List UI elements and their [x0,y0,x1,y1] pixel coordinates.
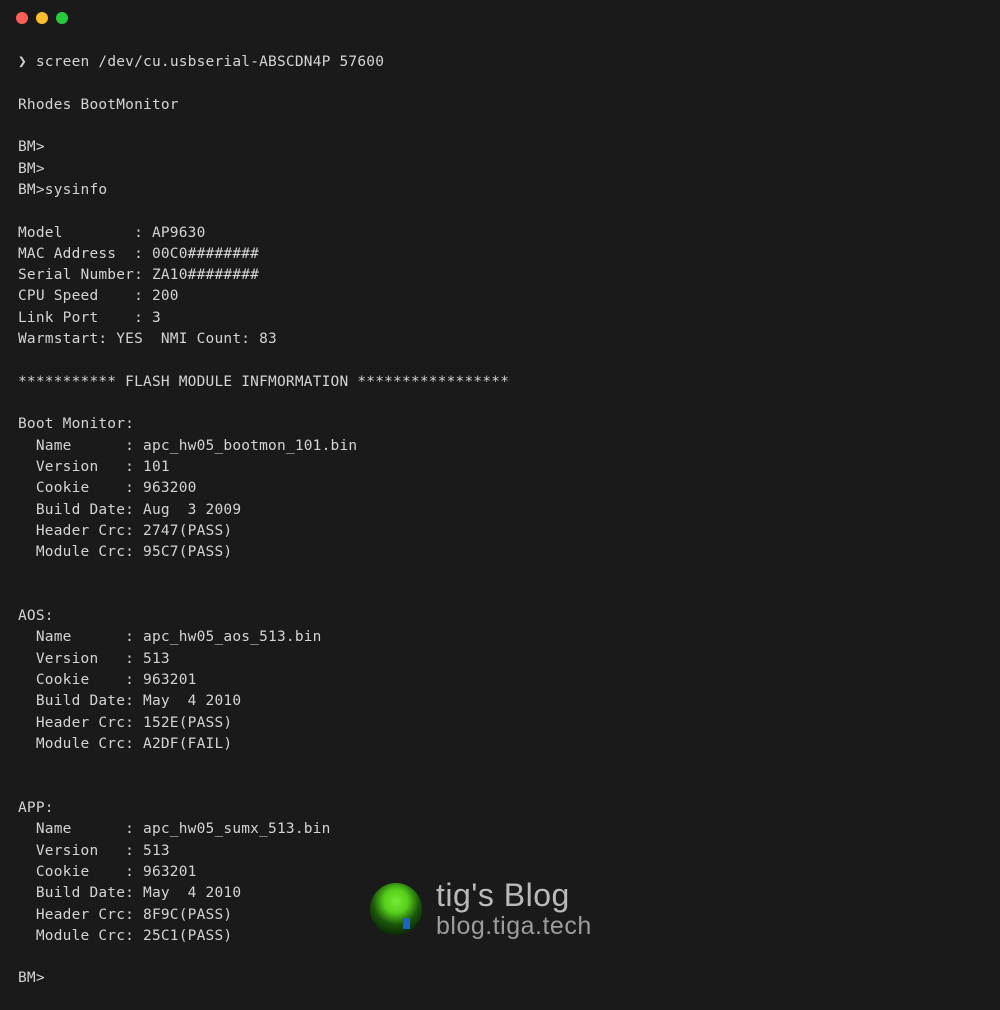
aos-header-crc: Header Crc: 152E(PASS) [18,715,232,731]
app-version: Version : 513 [18,843,170,859]
boot-header: Rhodes BootMonitor [18,97,179,113]
bm-prompt-1: BM> [18,139,45,155]
terminal-window: ❯ screen /dev/cu.usbserial-ABSCDN4P 5760… [0,0,1000,1010]
aos-version: Version : 513 [18,651,170,667]
minimize-button[interactable] [36,12,48,24]
sysinfo-command: sysinfo [45,182,108,198]
bm-prompt-3: BM> [18,182,45,198]
bootmon-build: Build Date: Aug 3 2009 [18,502,241,518]
sysinfo-model: Model : AP9630 [18,225,206,241]
bootmon-header-crc: Header Crc: 2747(PASS) [18,523,232,539]
aos-module-crc: Module Crc: A2DF(FAIL) [18,736,232,752]
bootmon-title: Boot Monitor: [18,416,134,432]
app-module-crc: Module Crc: 25C1(PASS) [18,928,232,944]
aos-build: Build Date: May 4 2010 [18,693,241,709]
flash-module-header: *********** FLASH MODULE INFMORMATION **… [18,374,509,390]
sysinfo-mac: MAC Address : 00C0######## [18,246,259,262]
bm-prompt-2: BM> [18,161,45,177]
command-text: screen /dev/cu.usbserial-ABSCDN4P 57600 [36,54,384,70]
aos-title: AOS: [18,608,54,624]
terminal-output[interactable]: ❯ screen /dev/cu.usbserial-ABSCDN4P 5760… [0,36,1000,1006]
app-build: Build Date: May 4 2010 [18,885,241,901]
sysinfo-cpu: CPU Speed : 200 [18,288,179,304]
sysinfo-serial: Serial Number: ZA10######## [18,267,259,283]
aos-name: Name : apc_hw05_aos_513.bin [18,629,322,645]
bootmon-module-crc: Module Crc: 95C7(PASS) [18,544,232,560]
app-title: APP: [18,800,54,816]
bootmon-version: Version : 101 [18,459,170,475]
close-button[interactable] [16,12,28,24]
bootmon-name: Name : apc_hw05_bootmon_101.bin [18,438,357,454]
aos-cookie: Cookie : 963201 [18,672,197,688]
bm-prompt-final: BM> [18,970,45,986]
bootmon-cookie: Cookie : 963200 [18,480,197,496]
app-header-crc: Header Crc: 8F9C(PASS) [18,907,232,923]
window-titlebar [0,0,1000,36]
maximize-button[interactable] [56,12,68,24]
app-name: Name : apc_hw05_sumx_513.bin [18,821,331,837]
sysinfo-link: Link Port : 3 [18,310,161,326]
shell-prompt: ❯ [18,54,27,70]
sysinfo-warmstart: Warmstart: YES NMI Count: 83 [18,331,277,347]
app-cookie: Cookie : 963201 [18,864,197,880]
